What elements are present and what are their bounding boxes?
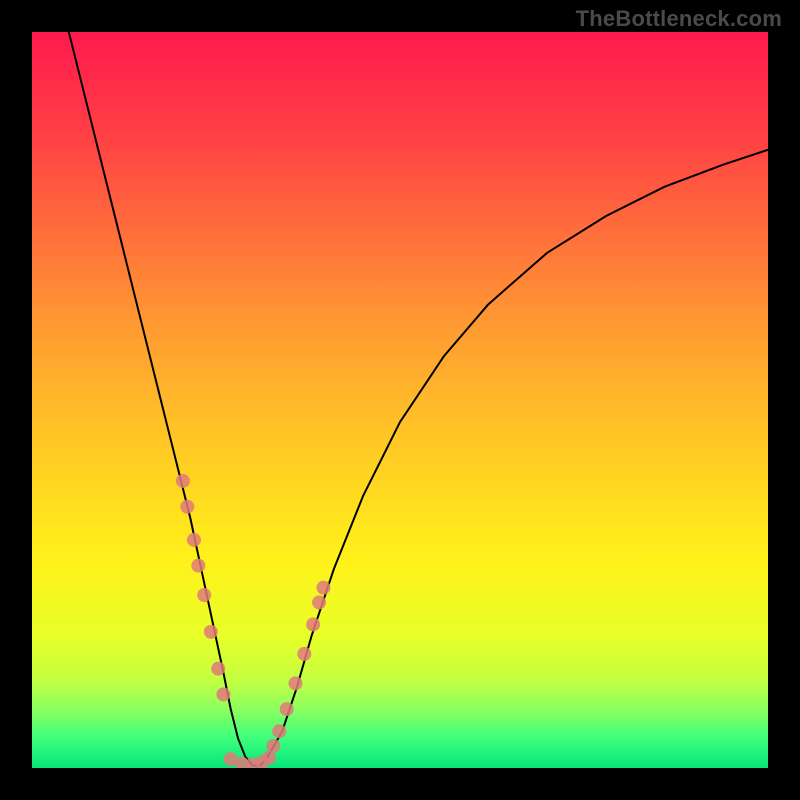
data-marker [306, 617, 320, 631]
data-marker [280, 702, 294, 716]
watermark-text: TheBottleneck.com [576, 6, 782, 32]
data-marker [187, 533, 201, 547]
data-marker [216, 687, 230, 701]
plot-area [32, 32, 768, 768]
data-marker [272, 724, 286, 738]
data-marker [180, 500, 194, 514]
data-marker [197, 588, 211, 602]
bottleneck-curve-path [69, 32, 768, 766]
data-marker [288, 676, 302, 690]
chart-svg [32, 32, 768, 768]
chart-frame: TheBottleneck.com [0, 0, 800, 800]
data-marker [262, 751, 276, 765]
curve-group [69, 32, 768, 766]
data-marker [316, 581, 330, 595]
data-marker [191, 559, 205, 573]
data-marker [204, 625, 218, 639]
data-marker [297, 647, 311, 661]
data-marker [211, 662, 225, 676]
data-marker [312, 595, 326, 609]
markers-group [176, 474, 331, 768]
data-marker [176, 474, 190, 488]
